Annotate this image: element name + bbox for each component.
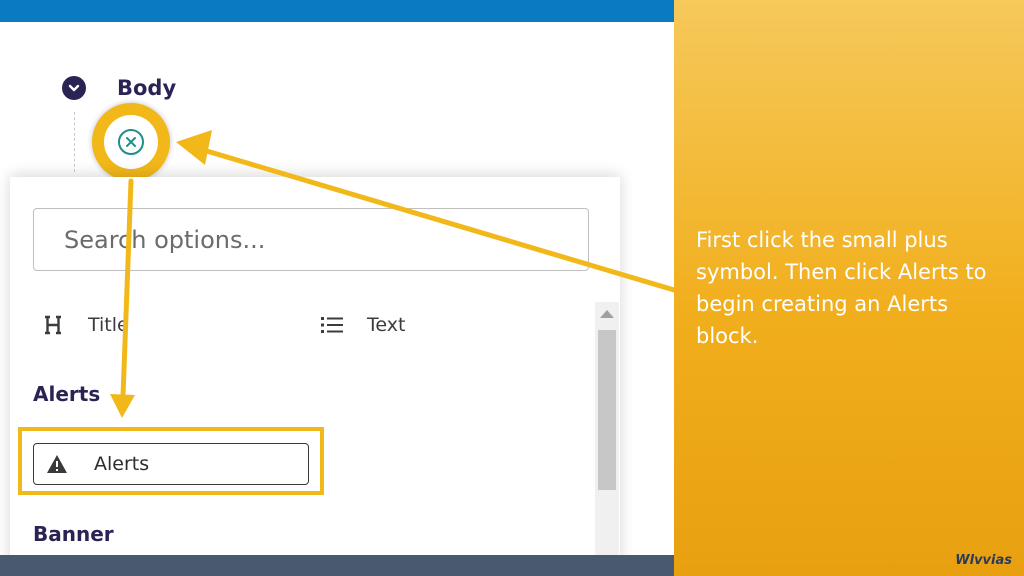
- group-title-banner: Banner: [33, 522, 114, 546]
- search-input[interactable]: [34, 209, 588, 270]
- block-options-popover: Title Text Alerts Alerts Banner: [10, 177, 620, 576]
- brand-logo: Wlvvias: [955, 553, 1012, 568]
- scroll-up-arrow-icon[interactable]: [600, 310, 614, 318]
- list-icon: [319, 315, 345, 335]
- option-title-label: Title: [88, 314, 129, 336]
- option-title[interactable]: Title: [40, 309, 129, 341]
- group-title-alerts: Alerts: [33, 382, 101, 406]
- option-text[interactable]: Text: [319, 309, 405, 341]
- scroll-thumb[interactable]: [598, 330, 616, 490]
- section-header[interactable]: Body: [62, 76, 176, 100]
- warning-icon: [44, 454, 70, 474]
- option-alerts-label: Alerts: [94, 453, 150, 475]
- section-title: Body: [117, 76, 177, 100]
- option-alerts[interactable]: Alerts: [33, 443, 309, 485]
- instruction-caption: First click the small plus symbol. Then …: [696, 228, 987, 348]
- search-field[interactable]: [33, 208, 589, 271]
- tree-connector: [74, 112, 75, 172]
- bottom-bar: [0, 555, 674, 576]
- heading-icon: [40, 314, 66, 336]
- chevron-down-icon[interactable]: [62, 76, 86, 100]
- top-bar: [0, 0, 674, 22]
- plus-circle-icon: [118, 129, 144, 155]
- instruction-panel: First click the small plus symbol. Then …: [674, 0, 1024, 576]
- option-text-label: Text: [367, 314, 406, 336]
- popover-scrollbar[interactable]: [595, 302, 619, 576]
- add-block-button[interactable]: [104, 115, 158, 169]
- app-screenshot: Body Title Text Alerts: [0, 0, 674, 576]
